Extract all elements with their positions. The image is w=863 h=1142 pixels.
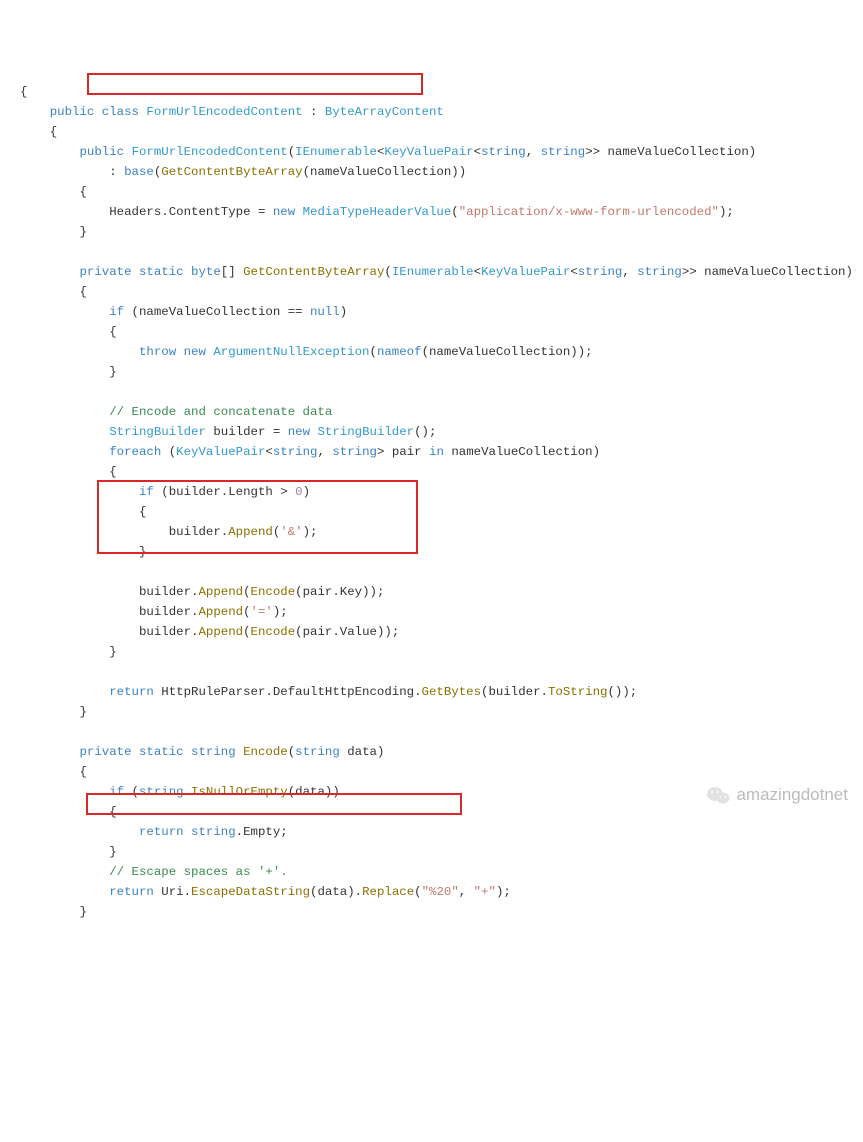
keyword: public class [50,105,139,119]
watermark: amazingdotnet [706,785,848,805]
wechat-icon [706,785,730,805]
brace: { [20,85,27,99]
type-name: FormUrlEncodedContent [146,105,302,119]
base-type: ByteArrayContent [325,105,444,119]
watermark-text: amazingdotnet [736,785,848,805]
